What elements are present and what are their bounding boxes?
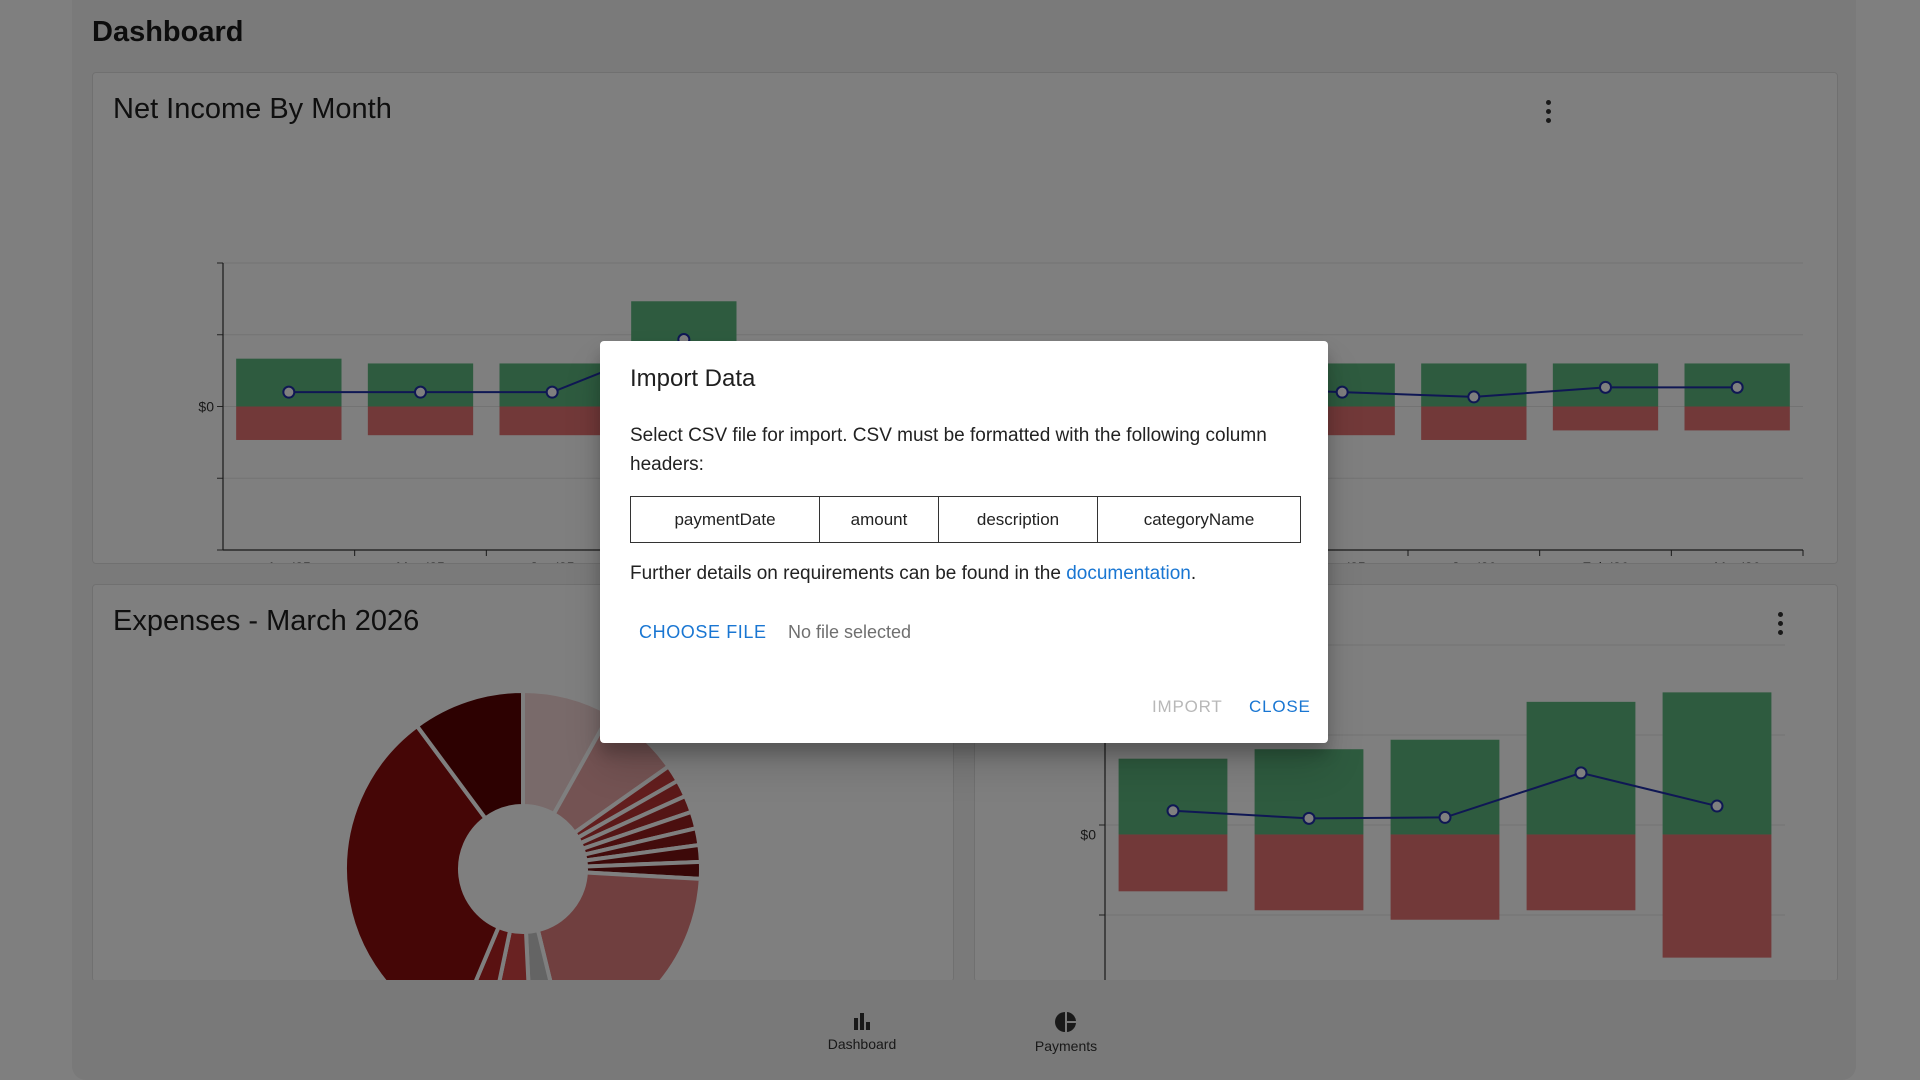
- column-header-cell: categoryName: [1097, 496, 1301, 543]
- column-header-cell: amount: [819, 496, 939, 543]
- details-text: Further details on requirements can be f…: [630, 563, 1196, 585]
- import-dialog: Import Data Select CSV file for import. …: [600, 341, 1328, 743]
- close-button[interactable]: CLOSE: [1241, 691, 1319, 723]
- file-status: No file selected: [788, 622, 912, 642]
- details-suffix: .: [1190, 563, 1197, 584]
- import-button[interactable]: IMPORT: [1144, 691, 1231, 723]
- choose-file-button[interactable]: CHOOSE FILE: [631, 614, 775, 651]
- column-headers-table: paymentDate amount description categoryN…: [630, 496, 1301, 543]
- documentation-link[interactable]: documentation: [1066, 563, 1191, 584]
- column-header-cell: paymentDate: [630, 496, 820, 543]
- dialog-description: Select CSV file for import. CSV must be …: [630, 425, 1267, 475]
- column-header-cell: description: [938, 496, 1098, 543]
- details-prefix: Further details on requirements can be f…: [630, 563, 1067, 584]
- dialog-title: Import Data: [630, 365, 756, 392]
